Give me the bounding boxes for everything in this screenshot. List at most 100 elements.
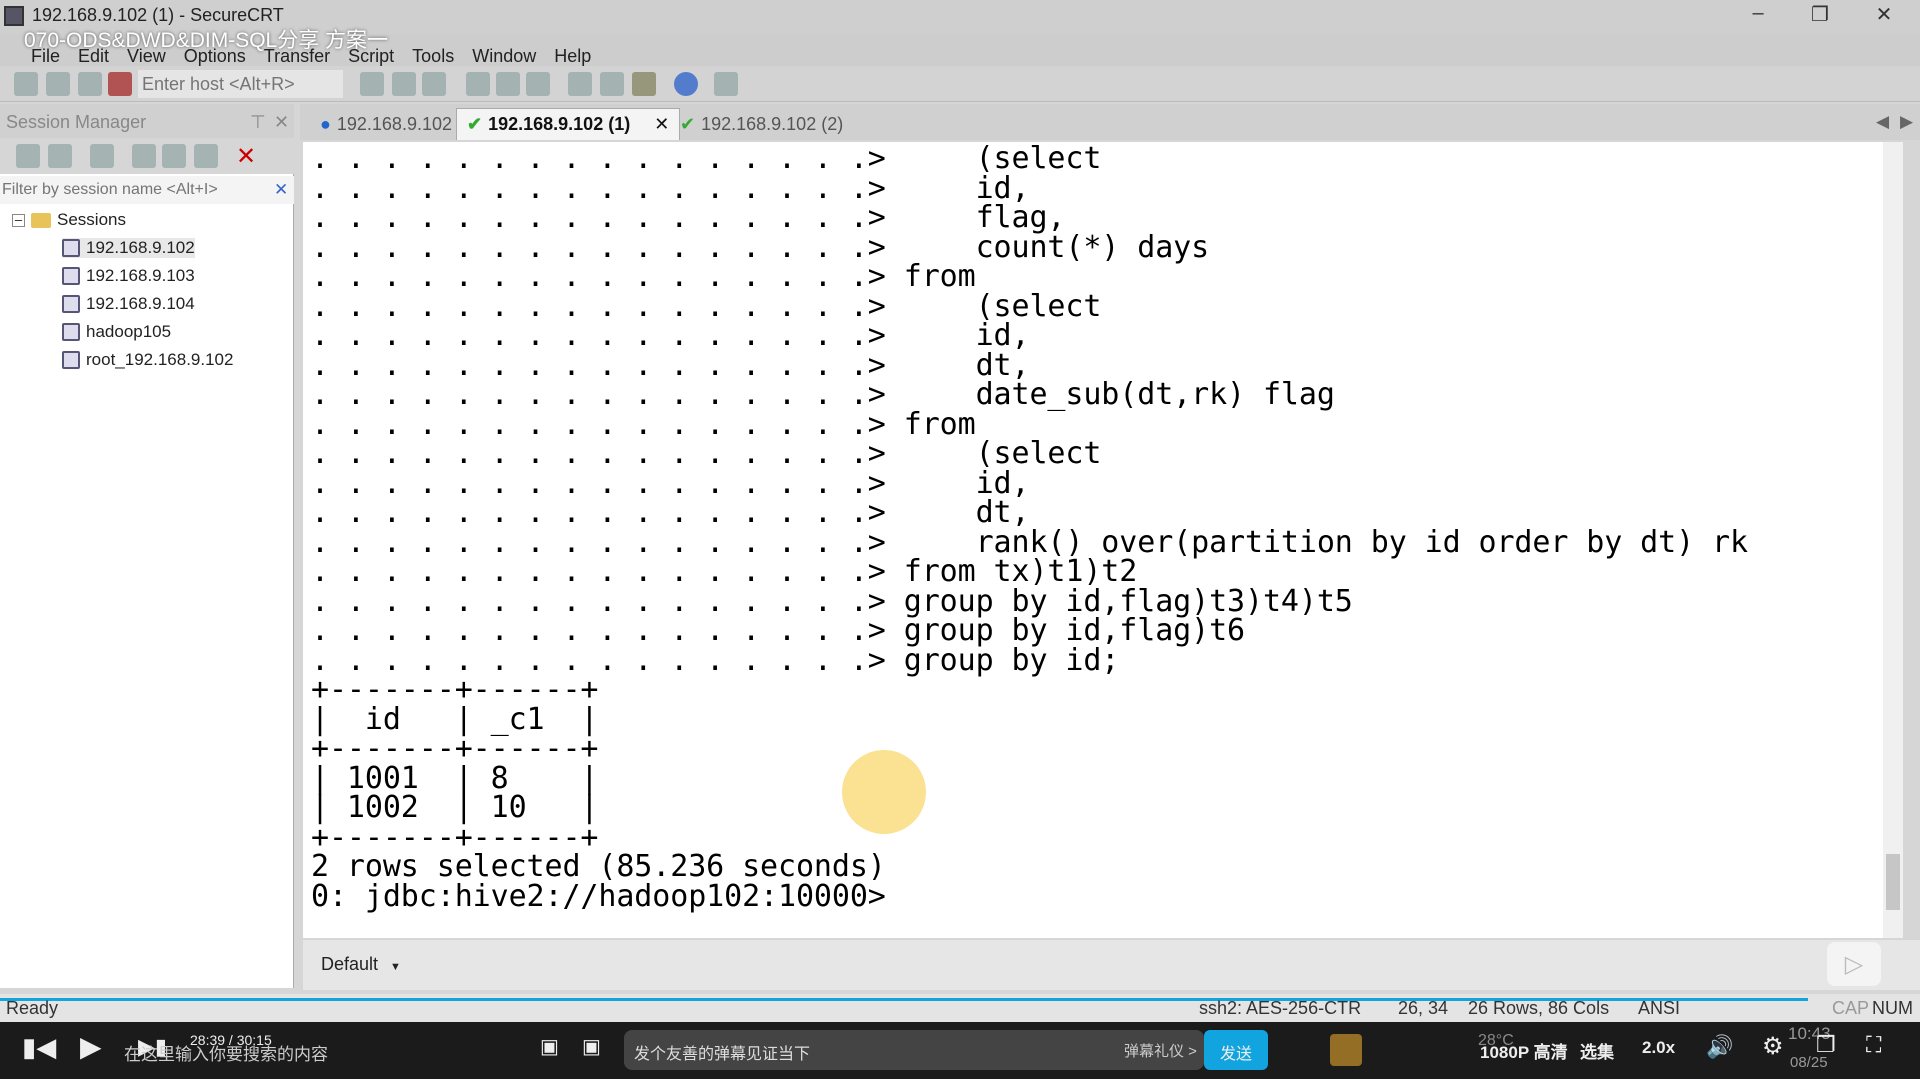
- volume-icon[interactable]: 🔊: [1706, 1034, 1733, 1060]
- connect-session-icon[interactable]: [16, 144, 40, 168]
- terminal-line: | id | _c1 |: [311, 701, 599, 737]
- video-player-bar: ▮◀ ▶ ▶▮ 28:39 / 30:15 在这里输入你要搜索的内容 ▣ ▣ 发…: [0, 1022, 1920, 1079]
- play-icon[interactable]: ▶: [80, 1030, 102, 1063]
- restore-button[interactable]: ❐: [1800, 2, 1840, 30]
- terminal-line: . . . . . . . . . . . . . . . .> dt,: [311, 347, 1030, 383]
- find-icon[interactable]: [422, 72, 446, 96]
- print-icon[interactable]: [526, 72, 550, 96]
- danmaku-input[interactable]: 发个友善的弹幕见证当下 弹幕礼仪 >: [624, 1030, 1204, 1070]
- window-title: 192.168.9.102 (1) - SecureCRT: [32, 5, 284, 25]
- status-encoding: ANSI: [1638, 998, 1681, 1018]
- tab-scroll-left-icon[interactable]: ◀: [1876, 112, 1889, 132]
- terminal-line: . . . . . . . . . . . . . . . .> from: [311, 259, 976, 294]
- session-item[interactable]: hadoop105: [62, 322, 171, 342]
- terminal-scrollbar[interactable]: [1883, 142, 1903, 938]
- tab-scroll-right-icon[interactable]: ▶: [1900, 112, 1913, 132]
- default-select[interactable]: Default ▼: [315, 950, 411, 978]
- terminal-line: . . . . . . . . . . . . . . . .> dt,: [311, 495, 1030, 530]
- session-options-icon[interactable]: [568, 72, 592, 96]
- tab-session-0[interactable]: ● 192.168.9.102: [310, 108, 462, 140]
- danmaku-placeholder: 发个友善的弹幕见证当下: [634, 1046, 811, 1063]
- session-item[interactable]: root_192.168.9.102: [62, 350, 233, 370]
- disconnect-icon[interactable]: [108, 72, 132, 96]
- menu-window[interactable]: Window: [463, 34, 545, 66]
- status-cap: CAP: [1832, 998, 1870, 1018]
- session-item[interactable]: 192.168.9.103: [62, 266, 195, 286]
- sftp-icon[interactable]: [714, 72, 738, 96]
- session-icon: [62, 239, 80, 257]
- info-icon: ●: [320, 113, 331, 134]
- tree-root-sessions[interactable]: – Sessions: [12, 210, 126, 230]
- fullscreen-icon[interactable]: ⛶: [1866, 1032, 1881, 1058]
- tab-label: 192.168.9.102: [336, 113, 452, 134]
- command-bar: Default ▼ ▷: [303, 940, 1920, 990]
- session-filter-input[interactable]: [0, 176, 294, 204]
- global-options-icon[interactable]: [600, 72, 624, 96]
- pip-icon[interactable]: ❐: [1816, 1032, 1836, 1058]
- scrollbar-thumb[interactable]: [1886, 854, 1900, 910]
- copy-session-icon[interactable]: [162, 144, 186, 168]
- status-ready: Ready: [6, 998, 59, 1018]
- print-setup-icon[interactable]: [466, 72, 490, 96]
- session-label: 192.168.9.102: [86, 238, 195, 257]
- menu-tools[interactable]: Tools: [403, 34, 463, 66]
- reconnect-icon[interactable]: [78, 72, 102, 96]
- tab-session-2[interactable]: ✔ 192.168.9.102 (2): [670, 108, 853, 140]
- search-text[interactable]: 在这里输入你要搜索的内容: [124, 1040, 328, 1065]
- close-tab-icon[interactable]: ✕: [654, 114, 669, 135]
- session-manager-title: Session Manager: [6, 112, 147, 132]
- terminal-line: . . . . . . . . . . . . . . . .> id,: [311, 318, 1030, 353]
- minimize-button[interactable]: –: [1738, 2, 1778, 30]
- terminal-line: . . . . . . . . . . . . . . . .> rank() …: [311, 524, 1748, 560]
- key-icon[interactable]: [632, 72, 656, 96]
- terminal-line: . . . . . . . . . . . . . . . .> id,: [311, 465, 1030, 501]
- terminal[interactable]: . . . . . . . . . . . . . . . .> (select…: [303, 142, 1883, 938]
- mouse-cursor-highlight: [842, 750, 926, 834]
- send-button[interactable]: 发送: [1204, 1030, 1268, 1070]
- settings-icon[interactable]: ⚙: [1762, 1032, 1784, 1061]
- session-manager-icon[interactable]: [14, 72, 38, 96]
- terminal-line: . . . . . . . . . . . . . . . .> (select: [311, 436, 1102, 471]
- session-item[interactable]: 192.168.9.102: [62, 238, 195, 258]
- new-session-icon[interactable]: [48, 144, 72, 168]
- clear-filter-icon[interactable]: ✕: [274, 180, 288, 200]
- terminal-line: . . . . . . . . . . . . . . . .> from: [311, 406, 976, 442]
- episodes-button[interactable]: 选集: [1580, 1038, 1614, 1063]
- properties-icon[interactable]: [90, 144, 114, 168]
- pin-icon[interactable]: ⊤: [250, 112, 266, 133]
- host-input[interactable]: [138, 70, 343, 98]
- close-panel-icon[interactable]: ✕: [274, 112, 289, 133]
- toolbar: [0, 66, 1920, 102]
- print-selection-icon[interactable]: [496, 72, 520, 96]
- terminal-output: . . . . . . . . . . . . . . . .> (select…: [311, 144, 1748, 911]
- check-icon: ✔: [467, 114, 483, 134]
- collapse-icon[interactable]: –: [12, 213, 25, 227]
- speed-button[interactable]: 2.0x: [1642, 1038, 1675, 1058]
- help-icon[interactable]: [674, 72, 698, 96]
- terminal-line: . . . . . . . . . . . . . . . .> id,: [311, 170, 1030, 206]
- copy-icon[interactable]: [360, 72, 384, 96]
- terminal-line: . . . . . . . . . . . . . . . .> (select: [311, 142, 1102, 176]
- terminal-line: . . . . . . . . . . . . . . . .> count(*…: [311, 229, 1210, 265]
- tab-session-1[interactable]: ✔ 192.168.9.102 (1) ✕: [456, 108, 681, 140]
- session-manager-header: Session Manager ⊤ ✕: [0, 104, 294, 138]
- terminal-line: 2 rows selected (85.236 seconds): [311, 849, 886, 884]
- close-button[interactable]: ✕: [1864, 2, 1904, 30]
- danmaku-settings-icon[interactable]: ▣: [582, 1034, 601, 1059]
- danmaku-etiquette-link[interactable]: 弹幕礼仪 >: [1124, 1040, 1197, 1061]
- cut-icon[interactable]: [132, 144, 156, 168]
- session-icon: [62, 267, 80, 285]
- paste-session-icon[interactable]: [194, 144, 218, 168]
- quality-button[interactable]: 1080P 高清: [1480, 1038, 1568, 1063]
- menu-help[interactable]: Help: [545, 34, 600, 66]
- danmaku-toggle-icon[interactable]: ▣: [540, 1034, 559, 1059]
- connect-icon[interactable]: [46, 72, 70, 96]
- session-manager-panel: Session Manager ⊤ ✕ ✕ ✕ – Sessions 192.1…: [0, 104, 294, 988]
- paste-icon[interactable]: [392, 72, 416, 96]
- play-overlay-icon[interactable]: ▷: [1827, 942, 1881, 986]
- terminal-line: | 1002 | 10 |: [311, 790, 599, 825]
- status-cipher: ssh2: AES-256-CTR: [1199, 998, 1362, 1018]
- delete-icon[interactable]: ✕: [236, 142, 256, 171]
- session-item[interactable]: 192.168.9.104: [62, 294, 195, 314]
- prev-icon[interactable]: ▮◀: [22, 1032, 56, 1063]
